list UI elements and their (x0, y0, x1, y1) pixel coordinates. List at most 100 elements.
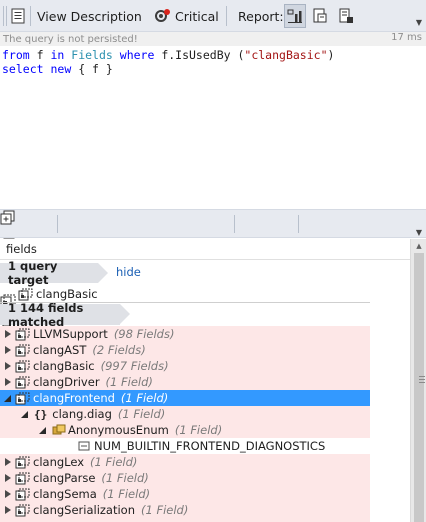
view-description-button[interactable]: View Description (11, 0, 142, 32)
scrollbar-thumb[interactable] (414, 253, 425, 522)
tree-row-count: (1 Field) (141, 503, 189, 517)
namespace-icon: {} (34, 407, 48, 421)
matched-header-tip (120, 304, 130, 324)
query-status-bar: The query is not persisted! 17 ms (0, 32, 426, 46)
matched-tree: LLVMSupport (98 Fields) clangAST (2 Fiel… (0, 326, 370, 522)
expand-all-button[interactable] (0, 210, 426, 238)
tree-row-count: (2 Fields) (92, 343, 146, 357)
tree-row-label: clangLex (33, 455, 85, 469)
results-filter-input[interactable]: fields (0, 239, 410, 260)
report-icon (313, 8, 327, 23)
expand-arrow-icon[interactable] (5, 474, 11, 482)
expand-arrow-icon[interactable] (5, 346, 11, 354)
query-text: { f } (71, 62, 113, 76)
project-icon (15, 504, 30, 516)
tree-row-clangbasic[interactable]: clangBasic (997 Fields) (0, 358, 370, 374)
query-text: f.IsUsedBy ( (154, 48, 245, 62)
tree-row-clangserialization[interactable]: clangSerialization (1 Field) (0, 502, 370, 518)
project-icon (15, 472, 30, 484)
tree-row-count: (1 Field) (101, 471, 149, 485)
toolbar-overflow-button[interactable]: ▼ (412, 210, 426, 237)
project-icon (15, 328, 30, 340)
expand-arrow-icon[interactable] (5, 330, 11, 338)
tree-row-field[interactable]: NUM_BUILTIN_FRONTEND_DIAGNOSTICS (0, 438, 370, 454)
enum-icon (52, 424, 66, 435)
project-icon (15, 456, 30, 468)
project-icon (15, 360, 30, 372)
project-icon (15, 488, 30, 500)
critical-button[interactable]: Critical (154, 0, 219, 32)
toolbar-separator (226, 6, 227, 26)
toolbar-separator (30, 6, 31, 26)
toolbar-separator (234, 215, 235, 233)
tree-row-count: (1 Field) (117, 407, 166, 421)
tree-row-label: clangBasic (33, 359, 95, 373)
expand-arrow-icon[interactable] (5, 490, 11, 498)
expand-arrow-icon[interactable] (5, 378, 11, 386)
tree-row-clangsema[interactable]: clangSema (1 Field) (0, 486, 370, 502)
string-literal: "clangBasic" (244, 48, 328, 62)
critical-label: Critical (175, 8, 219, 24)
tree-row-clangdriver[interactable]: clangDriver (1 Field) (0, 374, 370, 390)
expand-arrow-icon[interactable] (5, 362, 11, 370)
expand-arrow-icon[interactable] (5, 506, 11, 514)
keyword-in: in (50, 48, 65, 62)
collapse-arrow-icon[interactable] (3, 394, 14, 403)
toolbar-separator (298, 215, 299, 233)
query-line-2: select new { f } (2, 62, 426, 76)
tree-row-llvmsupport[interactable]: LLVMSupport (98 Fields) (0, 326, 370, 342)
matched-header-label: 1 144 fields matched (8, 300, 84, 329)
tree-row-clang-diag[interactable]: {} clang.diag (1 Field) (0, 406, 370, 422)
scroll-up-button[interactable]: ▲ (411, 239, 426, 253)
report-icon (339, 8, 353, 23)
report-button-2[interactable] (310, 0, 330, 32)
results-toolbar: Group by: (0, 209, 426, 436)
query-target-header-label: 1 query target (8, 259, 58, 287)
tree-row-label: clangDriver (33, 375, 100, 389)
report-label: Report: (238, 8, 284, 24)
tree-row-label: clang.diag (52, 407, 112, 421)
filter-value: fields (6, 242, 37, 256)
project-icon (15, 344, 30, 356)
tree-row-clanglex[interactable]: clangLex (1 Field) (0, 454, 370, 470)
project-icon (15, 392, 30, 404)
tree-row-label: NUM_BUILTIN_FRONTEND_DIAGNOSTICS (94, 439, 326, 453)
hide-link[interactable]: hide (116, 265, 141, 279)
keyword-select: select (2, 62, 44, 76)
elapsed-time: 17 ms (391, 32, 422, 43)
report-icon (287, 9, 302, 23)
results-scrollbar[interactable]: ▲ (410, 239, 426, 522)
tree-row-clangparse[interactable]: clangParse (1 Field) (0, 470, 370, 486)
toolbar-separator (6, 6, 7, 26)
query-editor[interactable]: from f in Fields where f.IsUsedBy ("clan… (0, 48, 426, 208)
tree-row-clangast[interactable]: clangAST (2 Fields) (0, 342, 370, 358)
toolbar-separator (3, 6, 4, 26)
collapse-arrow-icon[interactable] (20, 410, 31, 419)
tree-row-anonymousenum[interactable]: AnonymousEnum (1 Field) (0, 422, 370, 438)
query-target-header-tip (98, 263, 108, 283)
query-line-1: from f in Fields where f.IsUsedBy ("clan… (2, 48, 426, 62)
tree-row-count: (1 Field) (102, 487, 151, 501)
tree-row-label: LLVMSupport (33, 327, 108, 341)
expand-arrow-icon[interactable] (5, 458, 11, 466)
identifier-fields: Fields (71, 48, 113, 62)
tree-row-label: AnonymousEnum (68, 423, 169, 437)
report-button-3[interactable] (336, 0, 356, 32)
project-icon (15, 376, 30, 388)
keyword-from: from (2, 48, 30, 62)
keyword-new: new (50, 62, 72, 76)
query-toolbar: View Description Critical Report: ▼ (0, 0, 426, 32)
tree-row-count: (1 Field) (174, 423, 223, 437)
tree-row-label: clangSema (33, 487, 97, 501)
tree-row-count: (1 Field) (105, 375, 153, 389)
tree-row-label: clangParse (33, 471, 96, 485)
project-icon (18, 288, 33, 300)
collapse-arrow-icon[interactable] (38, 426, 49, 435)
field-icon (78, 441, 90, 451)
tree-row-label: clangFrontend (33, 391, 115, 405)
query-text: ) (327, 48, 335, 62)
tree-row-clangfrontend[interactable]: clangFrontend (1 Field) (0, 390, 370, 406)
toolbar-overflow-button[interactable]: ▼ (412, 0, 426, 30)
query-target-name: clangBasic (36, 287, 98, 301)
report-button-1[interactable] (284, 4, 306, 28)
